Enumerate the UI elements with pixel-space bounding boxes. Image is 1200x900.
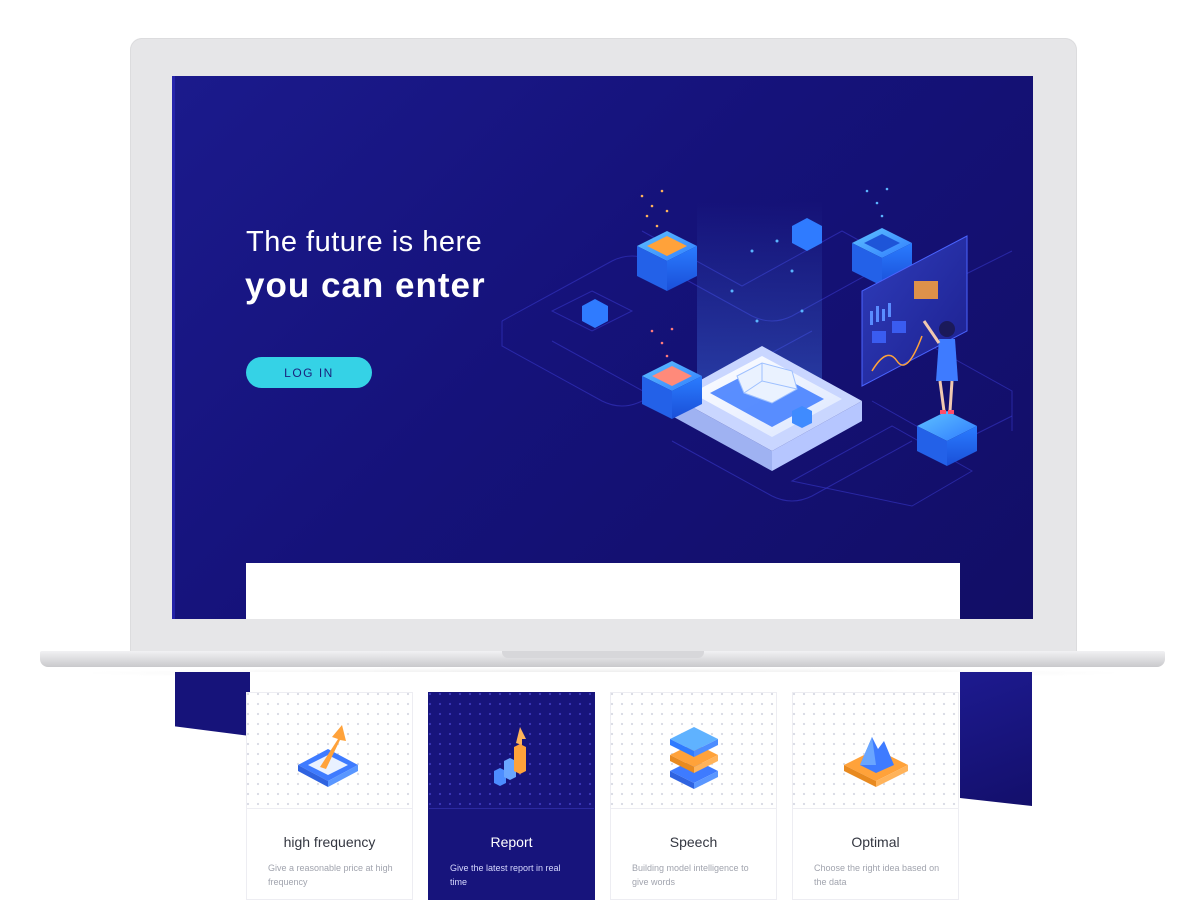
card-description: Give a reasonable price at high frequenc…	[268, 863, 393, 887]
mountain-peak-icon	[843, 737, 908, 787]
bar-chart-arrow-icon	[493, 727, 526, 786]
card-title: high frequency	[283, 834, 376, 850]
hero-title-line2: you can enter	[245, 266, 486, 305]
feature-card-optimal[interactable]: Optimal Choose the right idea based on t…	[792, 692, 959, 900]
laptop-notch	[502, 651, 704, 658]
isometric-data-platform-illustration	[501, 187, 1013, 507]
card-title: Speech	[669, 834, 718, 850]
hero-section: The future is here you can enter LOG IN	[172, 76, 1033, 619]
content-panel	[246, 563, 960, 619]
card-art-area	[247, 693, 412, 809]
feature-card-report[interactable]: Report Give the latest report in real ti…	[428, 692, 595, 900]
card-description: Building model intelligence to give word…	[632, 863, 749, 887]
card-description: Choose the right idea based on the data	[814, 863, 940, 887]
stacked-layers-icon	[669, 727, 718, 789]
card-title: Optimal	[851, 834, 900, 850]
feature-card-high-frequency[interactable]: high frequency Give a reasonable price a…	[246, 692, 413, 900]
rising-arrow-frame-icon	[297, 725, 358, 787]
hero-title-line1: The future is here	[246, 226, 483, 258]
screen-edge-highlight	[172, 76, 175, 619]
features-section: high frequency Give a reasonable price a…	[175, 672, 1032, 900]
card-description: Give the latest report in real time	[450, 863, 561, 887]
feature-card-speech[interactable]: Speech Building model intelligence to gi…	[610, 692, 777, 900]
card-art-area	[611, 693, 776, 809]
card-title: Report	[490, 834, 533, 850]
decorative-blue-shape-left	[175, 672, 250, 736]
decorative-blue-shape-right	[960, 672, 1032, 806]
card-art-area	[793, 693, 958, 809]
card-art-area	[429, 693, 594, 809]
login-button[interactable]: LOG IN	[246, 357, 372, 388]
